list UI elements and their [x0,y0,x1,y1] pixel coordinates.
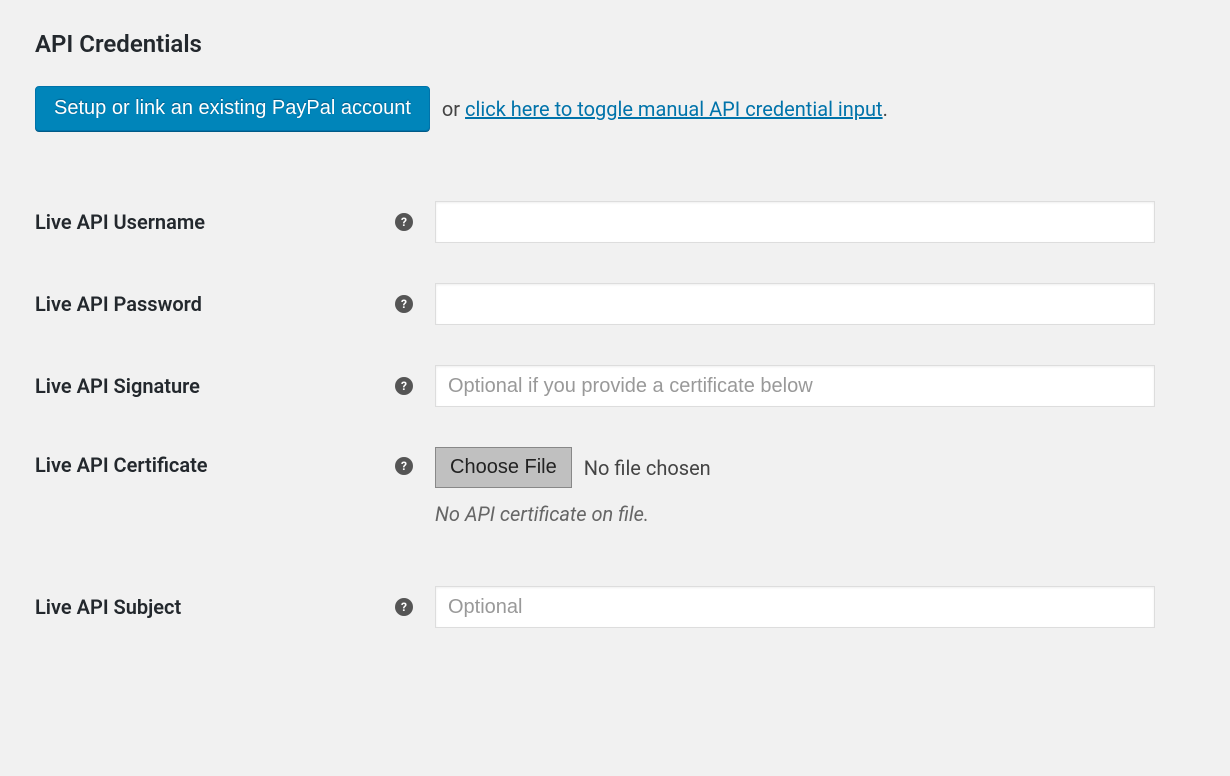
label-password: Live API Password [35,263,385,345]
section-title: API Credentials [35,30,1195,58]
file-picker-row: Choose File No file chosen [435,447,1195,488]
row-password: Live API Password ? [35,263,1195,345]
setup-row: Setup or link an existing PayPal account… [35,86,1195,131]
certificate-note: No API certificate on file. [435,502,1195,526]
setup-paypal-button[interactable]: Setup or link an existing PayPal account [35,86,430,131]
help-icon[interactable]: ? [395,598,413,616]
row-username: Live API Username ? [35,181,1195,263]
password-input[interactable] [435,283,1155,325]
setup-period: . [883,97,888,121]
credentials-form: Live API Username ? Live API Password ? … [35,181,1195,648]
subject-input[interactable] [435,586,1155,628]
username-input[interactable] [435,201,1155,243]
choose-file-button[interactable]: Choose File [435,447,572,488]
help-icon[interactable]: ? [395,213,413,231]
label-subject: Live API Subject [35,566,385,648]
row-signature: Live API Signature ? [35,345,1195,427]
row-certificate: Live API Certificate ? Choose File No fi… [35,427,1195,566]
help-icon[interactable]: ? [395,295,413,313]
label-signature: Live API Signature [35,345,385,427]
setup-or-text: or click here to toggle manual API crede… [442,97,888,121]
help-icon[interactable]: ? [395,457,413,475]
label-username: Live API Username [35,181,385,263]
label-certificate: Live API Certificate [35,427,385,566]
toggle-manual-link[interactable]: click here to toggle manual API credenti… [465,97,883,121]
help-icon[interactable]: ? [395,377,413,395]
no-file-chosen-text: No file chosen [584,456,711,480]
row-subject: Live API Subject ? [35,566,1195,648]
signature-input[interactable] [435,365,1155,407]
